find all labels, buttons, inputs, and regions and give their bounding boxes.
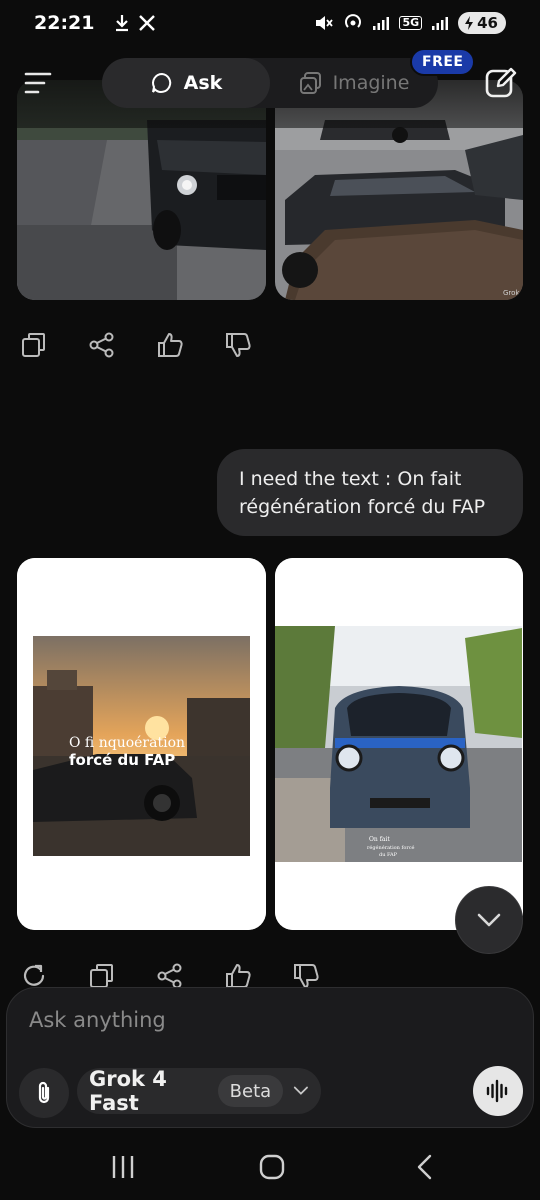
- thumbs-up-icon[interactable]: [224, 962, 252, 990]
- model-selector[interactable]: Grok 4 Fast Beta: [77, 1067, 321, 1115]
- user-message-line: I need the text : On fait: [239, 468, 462, 490]
- share-icon[interactable]: [156, 962, 184, 990]
- chat-bubble-icon: [151, 72, 171, 93]
- free-badge[interactable]: FREE: [410, 48, 476, 76]
- message-composer[interactable]: Ask anything Grok 4 Fast Beta: [6, 987, 534, 1128]
- regenerate-icon[interactable]: [20, 962, 48, 990]
- copy-icon[interactable]: [88, 962, 116, 990]
- image-watermark: Grok: [503, 289, 520, 297]
- copy-icon[interactable]: [20, 331, 48, 359]
- scroll-to-bottom-button[interactable]: [455, 886, 523, 954]
- battery-level: 46: [477, 14, 498, 32]
- system-navigation-bar: [0, 1134, 540, 1200]
- grok-chat-screen: 22:21 5G 46 Ask Imagine FREE Grok I need…: [0, 0, 540, 1200]
- overlay-text-line: O fi nquoération: [69, 735, 185, 751]
- recent-apps-icon[interactable]: [108, 1152, 138, 1182]
- chevron-down-icon: [477, 913, 501, 927]
- response-actions: [20, 962, 320, 990]
- charging-bolt-icon: [465, 16, 474, 30]
- back-icon[interactable]: [410, 1152, 440, 1182]
- thumbs-up-icon[interactable]: [156, 331, 184, 359]
- thumbs-down-icon[interactable]: [224, 331, 252, 359]
- tab-imagine-label: Imagine: [332, 72, 410, 94]
- status-time: 22:21: [34, 12, 95, 34]
- generated-image[interactable]: O fi nquoération forcé du FAP: [17, 558, 266, 930]
- waveform-icon: [486, 1079, 508, 1103]
- home-icon[interactable]: [257, 1152, 287, 1182]
- battery-indicator: 46: [458, 12, 506, 34]
- attach-button[interactable]: [19, 1068, 69, 1118]
- generated-image[interactable]: On fait régénération forcé du FAP: [275, 558, 523, 930]
- response-actions: [20, 331, 252, 359]
- tab-ask[interactable]: Ask: [102, 58, 270, 108]
- top-header: Ask Imagine FREE: [0, 46, 540, 128]
- overlay-text-line: On fait: [369, 836, 390, 843]
- menu-icon[interactable]: [24, 68, 54, 98]
- message-input[interactable]: Ask anything: [29, 1008, 166, 1032]
- status-bar: 22:21 5G 46: [0, 0, 540, 46]
- x-app-icon: [139, 15, 156, 31]
- hotspot-icon: [345, 14, 362, 28]
- blue-car-photo: On fait régénération forcé du FAP: [275, 558, 523, 930]
- image-stack-icon: [299, 72, 321, 94]
- mode-switcher: Ask Imagine: [102, 58, 438, 108]
- download-icon: [116, 15, 129, 32]
- share-icon[interactable]: [88, 331, 116, 359]
- overlay-text-line: du FAP: [379, 852, 398, 858]
- network-type: 5G: [399, 16, 423, 30]
- sunset-car-photo: O fi nquoération forcé du FAP: [17, 558, 266, 930]
- user-message-line: régénération forcé du FAP: [239, 496, 486, 518]
- overlay-text-line: régénération forcé: [367, 844, 415, 851]
- beta-badge: Beta: [217, 1075, 284, 1107]
- voice-mode-button[interactable]: [473, 1066, 523, 1116]
- signal-icon-2: [432, 17, 449, 30]
- user-message-bubble[interactable]: I need the text : On fait régénération f…: [217, 449, 523, 536]
- model-name: Grok 4 Fast: [89, 1067, 167, 1115]
- tab-ask-label: Ask: [183, 72, 223, 94]
- overlay-text-line: forcé du FAP: [69, 751, 175, 769]
- mute-icon: [316, 16, 334, 30]
- chevron-down-icon: [294, 1086, 309, 1095]
- signal-icon: [373, 17, 390, 30]
- paperclip-icon: [38, 1081, 50, 1104]
- new-chat-icon[interactable]: [484, 66, 518, 100]
- thumbs-down-icon[interactable]: [292, 962, 320, 990]
